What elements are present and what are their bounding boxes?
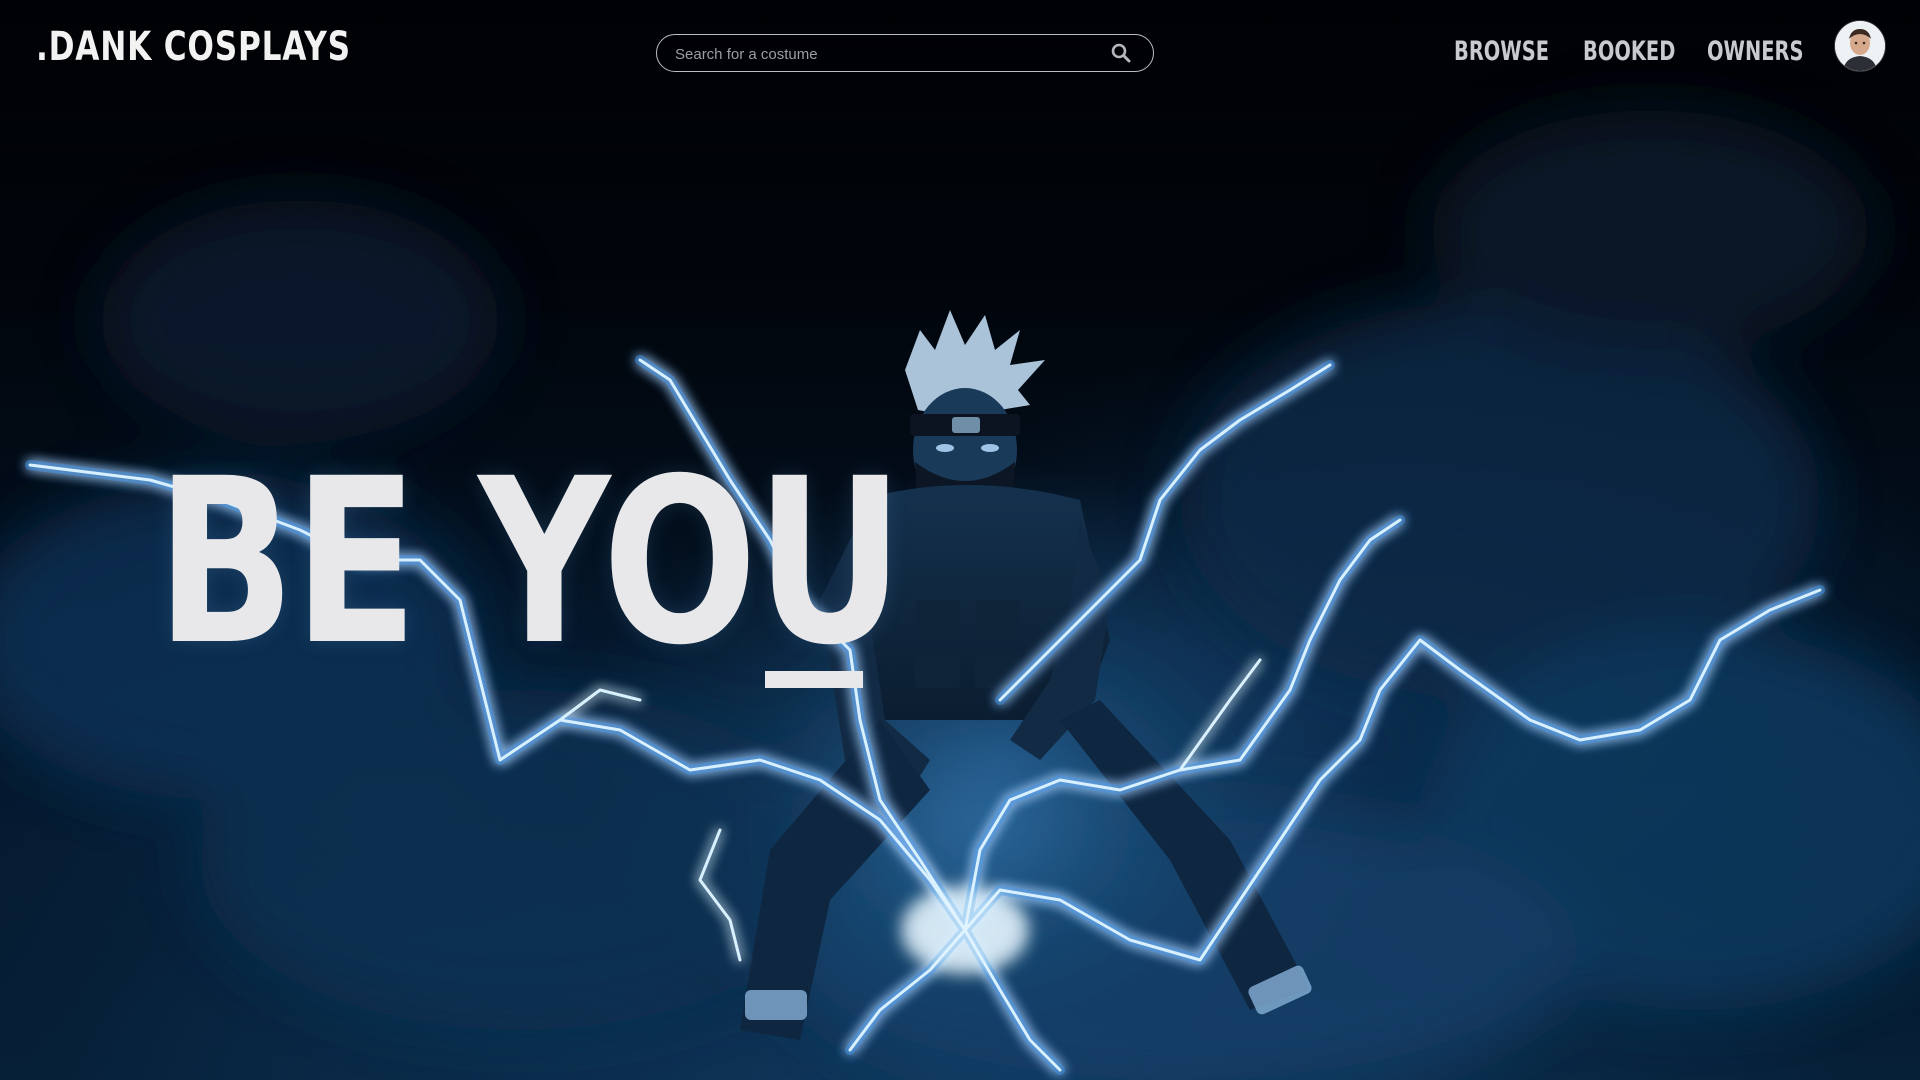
hero-title-cursor [765, 671, 863, 688]
landing-page: .DANK COSPLAYS BROWSE BOOKED OWNERS BE Y… [0, 0, 1920, 1080]
nav-browse[interactable]: BROWSE [1454, 32, 1549, 72]
site-logo[interactable]: .DANK COSPLAYS [36, 24, 351, 70]
avatar-image [1835, 21, 1885, 71]
user-avatar[interactable] [1835, 21, 1885, 71]
search-input[interactable] [673, 35, 1097, 73]
top-navigation-bar: .DANK COSPLAYS BROWSE BOOKED OWNERS [0, 0, 1920, 110]
nav-owners[interactable]: OWNERS [1707, 32, 1803, 72]
search-bar [656, 34, 1154, 73]
hero-title: BE YOU [156, 429, 904, 695]
nav-booked[interactable]: BOOKED [1583, 32, 1675, 72]
search-icon[interactable] [1111, 43, 1131, 63]
